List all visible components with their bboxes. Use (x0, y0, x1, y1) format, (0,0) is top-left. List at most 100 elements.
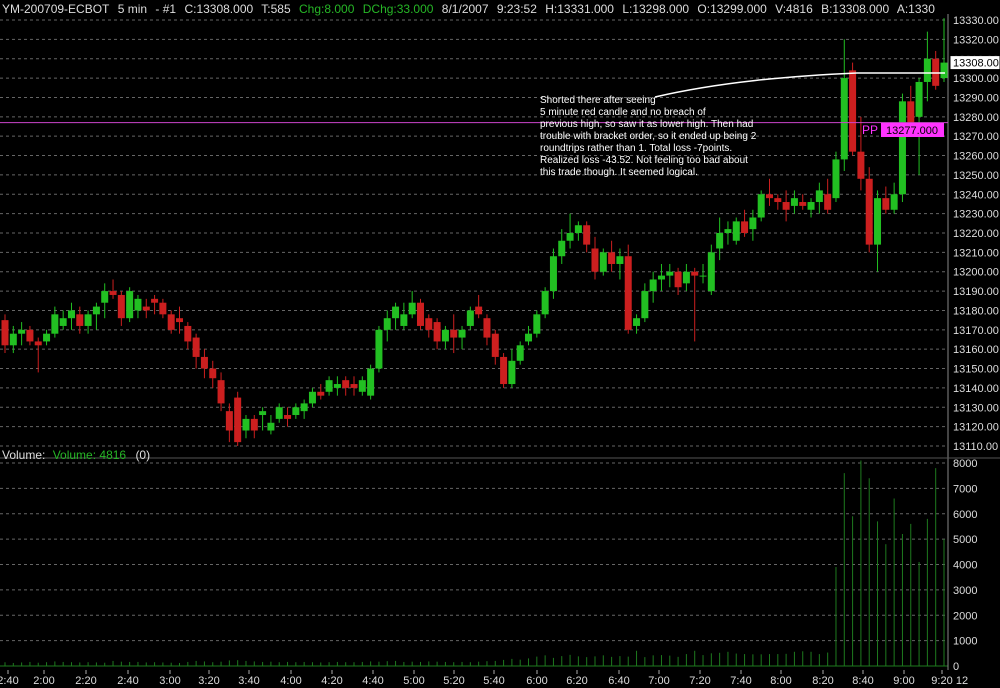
candle-body (325, 380, 333, 392)
candle-body (940, 62, 948, 79)
candle-body (500, 356, 508, 385)
x-tick-label: 9:20 (931, 675, 952, 687)
candle-body (624, 256, 632, 330)
candle-body (225, 411, 233, 431)
pivot-label: PP (862, 123, 878, 137)
x-axis-extra-label: 12 (956, 675, 968, 687)
candle-body (425, 318, 433, 330)
candle-body (284, 415, 292, 419)
trade-annotation: Shorted there after seeing 5 minute red … (540, 95, 757, 178)
candle-body (267, 422, 275, 431)
candle-body (134, 298, 142, 311)
chart-header: YM-200709-ECBOT 5 min - #1 C:13308.000 T… (2, 2, 940, 16)
price-tick-label: 13180.00 (953, 305, 999, 317)
candle-body (583, 225, 591, 245)
x-tick-label: 8:40 (852, 675, 873, 687)
candle-body (782, 202, 790, 210)
x-tick-label: 8:20 (812, 675, 833, 687)
candle-body (259, 411, 267, 416)
candle-body (724, 229, 732, 233)
candle-body (292, 407, 300, 416)
x-tick-label: 2:20 (75, 675, 96, 687)
price-tick-label: 13200.00 (953, 267, 999, 279)
candle-body (898, 101, 906, 195)
pivot-tag-value: 13277.000 (886, 125, 938, 137)
candle-body (849, 70, 857, 152)
volume-tick-label: 5000 (953, 534, 977, 546)
x-tick-label: 4:40 (362, 675, 383, 687)
chart-canvas: 13330.0013320.0013310.0013300.0013290.00… (0, 14, 1000, 687)
price-tick-label: 13220.00 (953, 228, 999, 240)
x-tick-label: 9:00 (893, 675, 914, 687)
candle-body (616, 256, 624, 264)
candle-body (92, 306, 100, 315)
x-tick-label: 2:40 (0, 675, 19, 687)
candle-body (250, 418, 258, 431)
ask-value: A:1330 (896, 2, 935, 16)
candle-body (242, 418, 250, 431)
candle-body (774, 198, 782, 203)
candle-body (450, 329, 458, 338)
volume-panel-header: Volume: Volume: 4816 (0) (2, 448, 150, 462)
price-tick-label: 13300.00 (953, 73, 999, 85)
price-tick-label: 13230.00 (953, 209, 999, 221)
candle-body (367, 368, 375, 396)
symbol-label: YM-200709-ECBOT (2, 2, 110, 16)
candle-body (682, 271, 690, 284)
candle-body (765, 194, 773, 199)
candle-body (716, 233, 724, 249)
candle-body (890, 194, 898, 210)
price-tick-label: 13140.00 (953, 383, 999, 395)
price-tick-label: 13130.00 (953, 402, 999, 414)
price-tick-label: 13110.00 (953, 441, 998, 453)
x-tick-label: 7:20 (689, 675, 710, 687)
candle-body (1, 320, 9, 346)
volume-tick-label: 0 (953, 661, 959, 673)
volume-tick-label: 7000 (953, 483, 977, 495)
candle-body (599, 252, 607, 272)
candle-body (433, 322, 441, 342)
candle-body (209, 368, 217, 379)
volume-tick-label: 8000 (953, 458, 977, 470)
candle-body (799, 202, 807, 206)
candle-body (824, 194, 832, 210)
ticks-value: T:585 (261, 2, 291, 16)
candle-body (483, 318, 491, 338)
high-value: H:13331.000 (545, 2, 614, 16)
price-tick-label: 13150.00 (953, 364, 999, 376)
candle-body (657, 275, 665, 280)
daily-change-value: DChg:33.000 (362, 2, 434, 16)
change-value: Chg:8.000 (299, 2, 355, 16)
candle-body (51, 314, 59, 334)
candle-body (43, 333, 51, 342)
candle-body (18, 329, 26, 334)
low-value: L:13298.000 (622, 2, 690, 16)
price-tick-label: 13240.00 (953, 189, 999, 201)
candle-body (26, 329, 34, 342)
x-tick-label: 7:40 (730, 675, 751, 687)
candle-body (874, 198, 882, 245)
price-tick-label: 13190.00 (953, 286, 999, 298)
volume-value: V:4816 (775, 2, 813, 16)
candle-body (633, 318, 641, 326)
x-tick-label: 5:20 (443, 675, 464, 687)
price-tick-label: 13280.00 (953, 112, 999, 124)
price-tick-label: 13160.00 (953, 344, 999, 356)
price-tick-label: 13250.00 (953, 170, 999, 182)
annotation-pointer (654, 72, 945, 98)
candle-body (558, 240, 566, 257)
candle-body (234, 397, 242, 443)
x-tick-label: 3:40 (238, 675, 259, 687)
candle-body (67, 310, 75, 319)
candle-body (674, 271, 682, 288)
candle-body (923, 58, 931, 82)
volume-tick-label: 4000 (953, 560, 977, 572)
candle-body (383, 318, 391, 330)
candle-body (200, 356, 208, 369)
x-tick-label: 6:00 (526, 675, 547, 687)
date-value: 8/1/2007 (441, 2, 489, 16)
open-value: O:13299.000 (697, 2, 767, 16)
candle-body (151, 298, 159, 303)
candle-body (159, 302, 167, 315)
candle-body (525, 333, 533, 342)
